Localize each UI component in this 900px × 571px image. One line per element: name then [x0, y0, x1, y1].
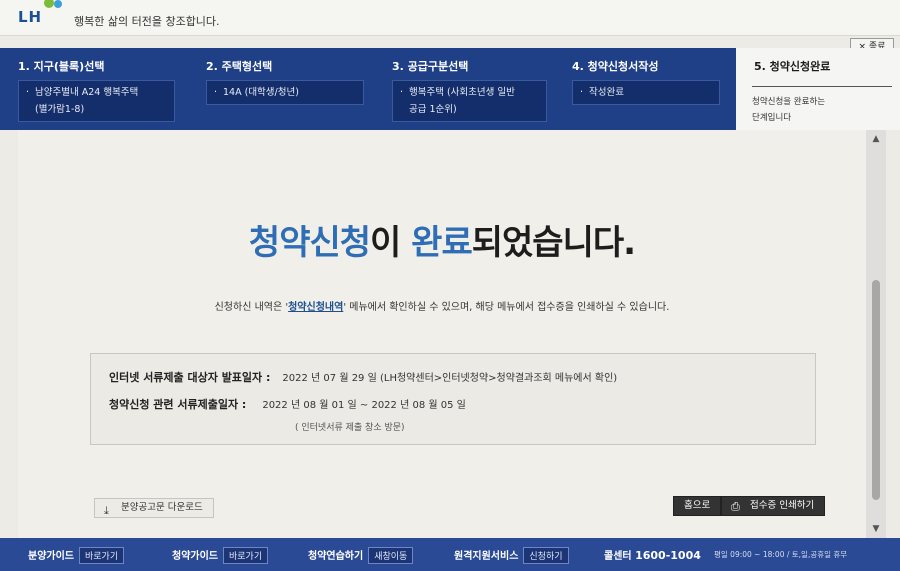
footer-remote-support-label: 원격지원서비스 [454, 551, 519, 562]
footer-subscription-guide-label: 청약가이드 [172, 551, 218, 562]
application-history-link[interactable]: 청약신청내역 [288, 302, 343, 313]
step-4-value: 작성완료 [572, 80, 720, 105]
step-1-value-line1: 남양주별내 A24 행복주택 [35, 87, 139, 98]
footer-subscription-guide: 청약가이드 바로가기 [172, 547, 269, 564]
step-1-title: 1. 지구(블록)선택 [18, 60, 105, 73]
step-3: 3. 공급구분선택 행복주택 (사회초년생 일반 공급 1순위) [392, 48, 552, 130]
step-1: 1. 지구(블록)선택 남양주별내 A24 행복주택 (별가람1-8) [18, 48, 188, 130]
announcement-date-row: 인터넷 서류제출 대상자 발표일자 : 2022 년 07 월 29 일 (LH청… [109, 369, 617, 385]
footer-practice-label: 청약연습하기 [308, 551, 364, 562]
footer-call-center: 콜센터 1600-1004 [604, 547, 701, 562]
footer-hours: 평일 09:00 ~ 18:00 / 토,일,공휴일 휴무 [714, 550, 848, 559]
footer-call-center-label: 콜센터 [604, 551, 632, 562]
slogan: 행복한 삶의 터전을 창조합니다. [74, 15, 220, 28]
announcement-date-label: 인터넷 서류제출 대상자 발표일자 : [109, 371, 271, 384]
subtext-before: 신청하신 내역은 ' [214, 302, 289, 313]
step-4-title: 4. 청약신청서작성 [572, 60, 659, 73]
print-receipt-label: 접수증 인쇄하기 [750, 500, 815, 511]
vertical-scrollbar[interactable]: ▲ ▼ [866, 130, 886, 538]
logo-dots-icon [42, 0, 66, 14]
top-bar: LH 행복한 삶의 터전을 창조합니다. [0, 0, 900, 36]
printer-icon: ⎙ [731, 500, 740, 513]
headline-highlight-2: 완료 [411, 223, 473, 263]
home-button[interactable]: 홈으로 [673, 496, 722, 516]
subtext-after: ' 메뉴에서 확인하실 수 있으며, 해당 메뉴에서 접수증을 인쇄하실 수 있… [343, 302, 670, 313]
footer-sale-guide: 분양가이드 바로가기 [28, 547, 125, 564]
step-5-desc: 청약신청을 완료하는 단계입니다 [752, 94, 825, 126]
step-2-value: 14A (대학생/청년) [206, 80, 364, 105]
step-2: 2. 주택형선택 14A (대학생/청년) [206, 48, 366, 130]
schedule-info-box: 인터넷 서류제출 대상자 발표일자 : 2022 년 07 월 29 일 (LH청… [90, 353, 816, 445]
step-3-title: 3. 공급구분선택 [392, 60, 469, 73]
step-3-value-line1: 행복주택 (사회초년생 일반 [409, 87, 515, 98]
step-5-divider [752, 86, 892, 87]
step-1-value-line2: (별가람1-8) [35, 104, 85, 115]
step-5-desc-line2: 단계입니다 [752, 113, 792, 123]
headline-text-1: 이 [370, 223, 412, 263]
footer-practice-button[interactable]: 새창이동 [368, 547, 414, 564]
download-icon: ⤓ [104, 504, 109, 517]
step-3-value-line2: 공급 1순위) [409, 104, 457, 115]
document-date-label: 청약신청 관련 서류제출일자 : [109, 398, 247, 411]
download-notice-label: 분양공고문 다운로드 [121, 502, 203, 513]
step-4-value-line1: 작성완료 [589, 87, 624, 98]
completion-headline: 청약신청이 완료되었습니다. [18, 215, 866, 264]
step-1-value: 남양주별내 A24 행복주택 (별가람1-8) [18, 80, 175, 122]
step-3-value: 행복주택 (사회초년생 일반 공급 1순위) [392, 80, 547, 122]
footer-sale-guide-label: 분양가이드 [28, 551, 74, 562]
download-notice-button[interactable]: ⤓ 분양공고문 다운로드 [94, 498, 214, 518]
footer-bar: 분양가이드 바로가기 청약가이드 바로가기 청약연습하기 새창이동 원격지원서비스 신청… [0, 538, 900, 571]
footer-remote-support: 원격지원서비스 신청하기 [454, 547, 569, 564]
footer-call-center-phone: 1600-1004 [635, 549, 701, 562]
document-date-row: 청약신청 관련 서류제출일자 : 2022 년 08 월 01 일 ~ 2022 … [109, 396, 466, 412]
scrollbar-thumb[interactable] [872, 280, 880, 500]
lh-logo[interactable]: LH [18, 8, 42, 26]
step-progress-bar: 1. 지구(블록)선택 남양주별내 A24 행복주택 (별가람1-8) 2. 주… [0, 48, 900, 130]
completion-subtext: 신청하신 내역은 '청약신청내역' 메뉴에서 확인하실 수 있으며, 해당 메뉴… [18, 298, 866, 313]
footer-sale-guide-button[interactable]: 바로가기 [79, 547, 125, 564]
announcement-date-value: 2022 년 07 월 29 일 (LH청약센터>인터넷청약>청약결과조회 메뉴… [282, 373, 618, 384]
footer-practice: 청약연습하기 새창이동 [308, 547, 414, 564]
document-note: ( 인터넷서류 제출 창소 방문) [295, 423, 405, 433]
main-content: 청약신청이 완료되었습니다. 신청하신 내역은 '청약신청내역' 메뉴에서 확인… [18, 130, 866, 538]
document-date-value: 2022 년 08 월 01 일 ~ 2022 년 08 월 05 일 [262, 400, 466, 411]
step-2-title: 2. 주택형선택 [206, 60, 273, 73]
step-5-desc-line1: 청약신청을 완료하는 [752, 97, 826, 107]
step-5-title: 5. 청약신청완료 [754, 60, 831, 73]
step-2-value-line1: 14A (대학생/청년) [223, 87, 299, 98]
headline-text-2: 되었습니다. [471, 223, 636, 263]
footer-remote-support-button[interactable]: 신청하기 [523, 547, 569, 564]
print-receipt-button[interactable]: ⎙ 접수증 인쇄하기 [721, 496, 826, 516]
footer-subscription-guide-button[interactable]: 바로가기 [223, 547, 269, 564]
headline-highlight-1: 청약신청 [248, 223, 371, 263]
scroll-down-icon[interactable]: ▼ [866, 524, 886, 534]
step-5-current: 5. 청약신청완료 청약신청을 완료하는 단계입니다 [736, 48, 900, 130]
scroll-up-icon[interactable]: ▲ [866, 134, 886, 144]
step-4: 4. 청약신청서작성 작성완료 [572, 48, 722, 130]
